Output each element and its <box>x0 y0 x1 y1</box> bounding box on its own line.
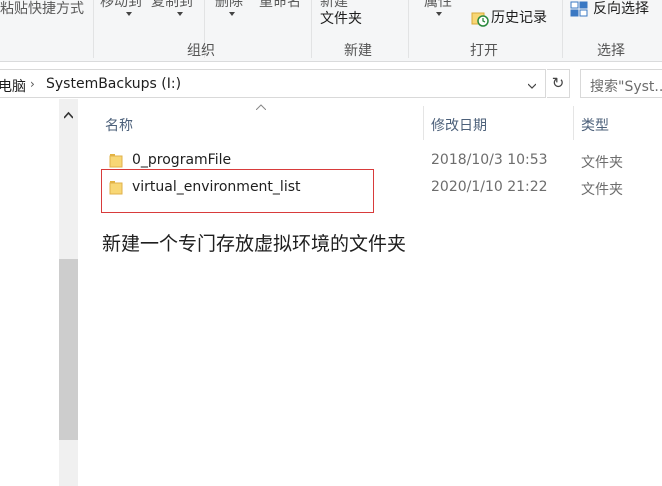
copy-to-dropdown-icon[interactable] <box>177 12 183 16</box>
group-label-new: 新建 <box>344 43 372 59</box>
nav-pane-scrollbar[interactable] <box>59 99 78 486</box>
chevron-down-icon[interactable] <box>528 82 536 90</box>
group-label-select: 选择 <box>597 43 625 59</box>
chevron-up-icon[interactable] <box>64 111 73 120</box>
rename-button[interactable]: 重命名 <box>259 0 301 10</box>
file-type: 文件夹 <box>581 182 623 198</box>
group-label-organize: 组织 <box>187 43 215 59</box>
ribbon-separator <box>311 0 312 58</box>
annotation-caption: 新建一个专门存放虚拟环境的文件夹 <box>102 233 407 255</box>
move-to-dropdown-icon[interactable] <box>126 12 132 16</box>
properties-dropdown-icon[interactable] <box>436 12 442 16</box>
ribbon: 粘贴快捷方式 移动到 复制到 删除 重命名 新建 文件夹 属性 历史记录 反向选… <box>0 0 662 62</box>
new-folder-button[interactable]: 文件夹 <box>320 11 362 27</box>
breadcrumb-current-drive[interactable]: SystemBackups (I:) <box>46 76 181 92</box>
file-type: 文件夹 <box>581 155 623 171</box>
ribbon-separator <box>93 0 94 58</box>
ribbon-separator <box>408 0 409 58</box>
address-field[interactable]: 电脑 › SystemBackups (I:) <box>0 69 546 98</box>
file-name: 0_programFile <box>132 152 232 168</box>
address-bar: 电脑 › SystemBackups (I:) ↻ 搜索"Syst... <box>0 69 662 99</box>
refresh-icon[interactable]: ↻ <box>547 69 570 98</box>
history-button[interactable]: 历史记录 <box>491 10 547 26</box>
highlight-box <box>101 169 374 213</box>
sort-ascending-icon <box>256 104 266 110</box>
file-modified: 2018/10/3 10:53 <box>431 152 548 168</box>
delete-button[interactable]: 删除 <box>215 0 243 10</box>
invert-selection-button[interactable]: 反向选择 <box>593 1 649 17</box>
column-divider[interactable] <box>423 106 424 140</box>
column-header-type[interactable]: 类型 <box>581 115 609 135</box>
column-divider[interactable] <box>573 106 574 140</box>
scrollbar-thumb[interactable] <box>59 259 78 440</box>
invert-selection-icon <box>570 1 588 17</box>
column-header-name[interactable]: 名称 <box>105 115 133 135</box>
move-to-button[interactable]: 移动到 <box>100 0 142 10</box>
delete-dropdown-icon[interactable] <box>229 12 235 16</box>
search-input[interactable]: 搜索"Syst... <box>580 69 662 98</box>
folder-icon <box>109 154 123 168</box>
ribbon-separator <box>562 0 563 58</box>
group-label-open: 打开 <box>470 43 498 59</box>
search-placeholder: 搜索"Syst... <box>590 79 662 95</box>
paste-shortcut-button[interactable]: 粘贴快捷方式 <box>0 1 84 17</box>
properties-button[interactable]: 属性 <box>424 0 452 10</box>
breadcrumb-this-pc[interactable]: 电脑 <box>0 76 26 96</box>
new-folder-button-line1[interactable]: 新建 <box>320 0 348 10</box>
chevron-right-icon[interactable]: › <box>30 77 35 91</box>
history-icon <box>471 12 489 27</box>
column-header-modified[interactable]: 修改日期 <box>431 115 487 135</box>
file-modified: 2020/1/10 21:22 <box>431 179 548 195</box>
copy-to-button[interactable]: 复制到 <box>151 0 193 10</box>
